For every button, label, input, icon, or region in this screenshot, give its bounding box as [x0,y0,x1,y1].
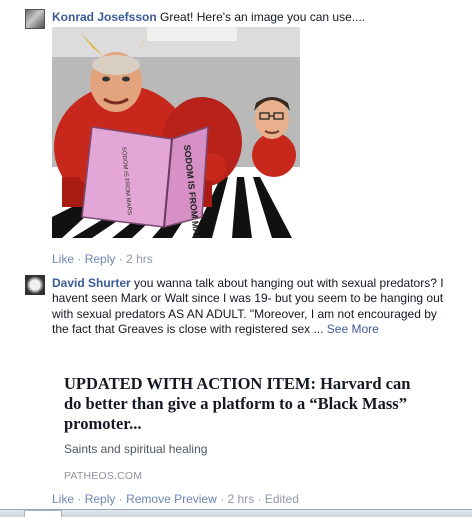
comment-body: David Shurter you wanna talk about hangi… [52,276,452,338]
preview-title[interactable]: UPDATED WITH ACTION ITEM: Harvard can do… [64,374,424,434]
edited-label[interactable]: Edited [265,492,299,506]
preview-source: PATHEOS.COM [64,470,143,482]
avatar[interactable] [25,9,45,29]
like-link[interactable]: Like [52,492,74,506]
reply-link[interactable]: Reply [85,492,116,506]
timestamp[interactable]: 2 hrs [126,252,153,266]
author-name[interactable]: Konrad Josefsson [52,10,157,24]
link-preview[interactable]: UPDATED WITH ACTION ITEM: Harvard can do… [64,374,424,482]
preview-description: Saints and spiritual healing [64,442,208,456]
comment-text: Great! Here's an image you can use.... [160,10,366,24]
timestamp[interactable]: 2 hrs [227,492,254,506]
remove-preview-link[interactable]: Remove Preview [126,492,217,506]
attached-image[interactable]: SODOM IS FROM MARS SODOM IS FROM MARS [52,27,300,238]
comment-actions: Like · Reply · Remove Preview · 2 hrs · … [52,492,299,506]
comment-body: Konrad Josefsson Great! Here's an image … [52,10,365,24]
author-name[interactable]: David Shurter [52,276,131,290]
like-link[interactable]: Like [52,252,74,266]
comment-konrad: Konrad Josefsson Great! Here's an image … [0,0,472,268]
reply-link[interactable]: Reply [85,252,116,266]
see-more-link[interactable]: See More [327,322,379,336]
avatar[interactable] [25,275,45,295]
comment-actions: Like · Reply · 2 hrs [52,252,153,266]
comment-david: David Shurter you wanna talk about hangi… [0,268,472,516]
